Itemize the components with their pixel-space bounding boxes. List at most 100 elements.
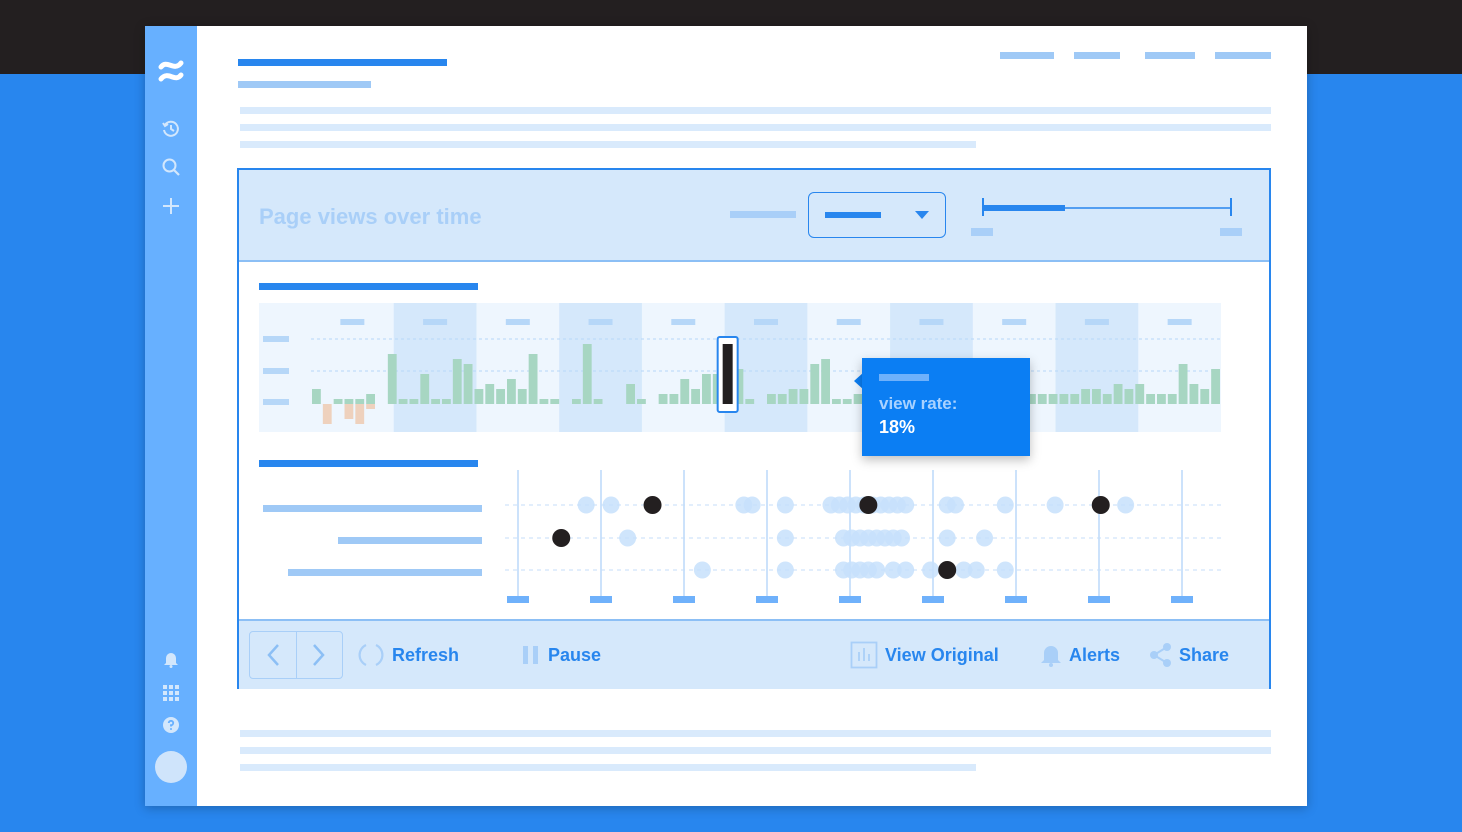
bar [767,394,776,404]
page-views-bar-chart [259,303,1221,432]
top-nav-link[interactable] [1000,52,1054,59]
chevron-left-icon [267,644,279,666]
bar [691,389,700,404]
bar [1037,394,1047,404]
top-nav-link[interactable] [1215,52,1271,59]
bar [626,384,635,404]
column-label-placeholder [340,319,365,325]
bar [1157,394,1166,404]
range-slider[interactable] [971,194,1243,236]
refresh-label: Refresh [392,644,460,665]
column-label-placeholder [1167,319,1192,325]
bar [539,399,549,404]
chart-panel-header: Page views over time [239,170,1269,262]
dot-row-label-placeholder [263,505,482,512]
notification-bell-icon[interactable] [158,646,184,672]
dot-point [976,529,994,547]
dot-point [897,561,915,579]
bar [1070,394,1080,404]
sidebar [145,26,197,806]
dot-plot-tick-placeholder [1005,596,1027,603]
pause-button[interactable]: Pause [521,641,601,669]
dot-plot-tick-placeholder [507,596,529,603]
column-label-placeholder [1002,319,1027,325]
dot-point [1046,496,1064,514]
bar [1113,384,1123,404]
bar [810,364,820,404]
dot-point [922,561,940,579]
dot-point [776,496,794,514]
previous-button[interactable] [250,632,296,678]
column-label-placeholder [836,319,861,325]
bar [1211,369,1220,404]
plus-icon[interactable] [158,193,184,219]
bar [1092,389,1101,404]
bar [463,364,473,404]
text-line-placeholder [240,141,976,148]
search-icon[interactable] [158,154,184,180]
bar [832,399,841,404]
chart-toolbar: Refresh Pause View Original Alerts Share [239,619,1269,689]
history-icon[interactable] [158,116,184,142]
dot-point [693,561,711,579]
tooltip-label: view rate: [879,394,958,413]
highlighted-bar [722,344,733,404]
app-grid-icon[interactable] [158,680,184,706]
bar [344,399,354,404]
bar [387,354,397,404]
negative-bar [366,404,375,409]
bar [528,354,538,404]
bar [366,394,375,404]
bar [550,399,560,404]
refresh-button[interactable]: Refresh [357,641,459,669]
column-label-placeholder [423,319,448,325]
bar [507,379,516,404]
bar [485,384,495,404]
bar [821,359,830,404]
bar [1124,389,1134,404]
dot-point-highlighted [552,529,571,547]
next-button[interactable] [295,632,343,678]
help-icon[interactable] [158,712,184,738]
dot-point [947,496,964,514]
dot-point [996,496,1014,514]
app-window: Page views over time Refresh Pause View … [145,26,1307,806]
dot-point [1117,496,1135,514]
dot-point [893,529,911,547]
dot-point [577,496,595,514]
bar [1146,394,1155,404]
bar [333,399,343,404]
bar [1048,394,1058,404]
dropdown-value-placeholder [825,212,881,218]
refresh-icon [358,644,384,666]
top-nav-link[interactable] [1074,52,1120,59]
view-original-label: View Original [885,644,999,665]
bar [799,389,809,404]
dot-plot-tick-placeholder [1088,596,1110,603]
alerts-button[interactable]: Alerts [1040,641,1120,669]
avatar[interactable] [155,751,187,783]
bar [1167,394,1177,404]
top-nav-link[interactable] [1145,52,1195,59]
time-range-dropdown[interactable] [808,192,946,238]
text-line-placeholder [240,124,1271,131]
bar [420,374,430,404]
bar [702,374,711,404]
bar [593,399,603,404]
share-label: Share [1179,644,1230,665]
pause-label: Pause [548,644,602,665]
pager [249,631,343,679]
bar [788,389,798,404]
view-original-button[interactable]: View Original [850,641,999,669]
dot-point [776,529,794,547]
dot-point [868,561,886,579]
bar [669,394,679,404]
bar [842,399,852,404]
chevron-right-icon [313,644,325,666]
app-logo-icon[interactable] [158,58,184,84]
dot-plot-tick-placeholder [673,596,695,603]
share-button[interactable]: Share [1148,641,1229,669]
column-label-placeholder [754,319,778,325]
bar [1200,389,1210,404]
text-line-placeholder [240,107,1271,114]
